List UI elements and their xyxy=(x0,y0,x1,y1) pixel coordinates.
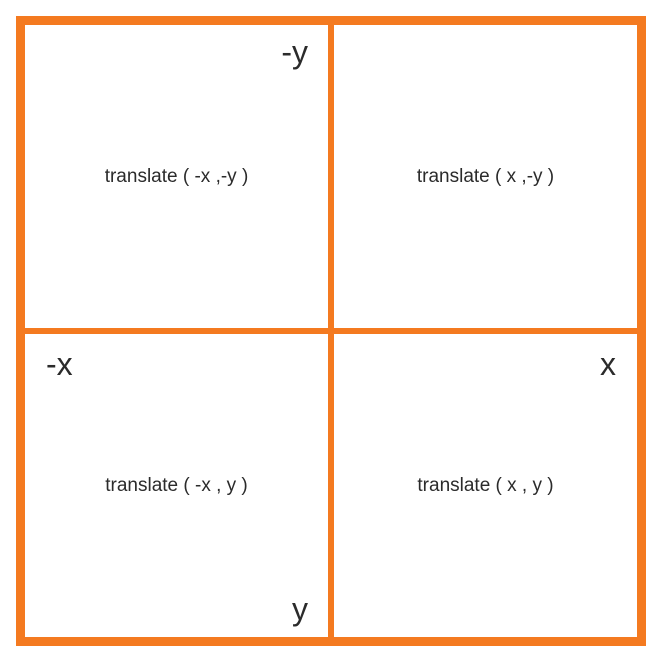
quadrant-grid: translate ( -x ,-y ) translate ( x ,-y )… xyxy=(16,16,646,646)
axis-label-x: x xyxy=(600,346,616,383)
axis-label-y: y xyxy=(292,591,308,628)
quadrant-label-bottom-right: translate ( x , y ) xyxy=(417,475,553,497)
translate-quadrant-diagram: translate ( -x ,-y ) translate ( x ,-y )… xyxy=(16,16,646,646)
quadrant-label-bottom-left: translate ( -x , y ) xyxy=(105,475,248,497)
quadrant-bottom-right: translate ( x , y ) xyxy=(331,331,640,640)
quadrant-label-top-left: translate ( -x ,-y ) xyxy=(105,166,249,188)
axis-label-neg-y: -y xyxy=(281,34,308,71)
quadrant-label-top-right: translate ( x ,-y ) xyxy=(417,166,554,188)
quadrant-top-right: translate ( x ,-y ) xyxy=(331,22,640,331)
axis-label-neg-x: -x xyxy=(46,346,73,383)
